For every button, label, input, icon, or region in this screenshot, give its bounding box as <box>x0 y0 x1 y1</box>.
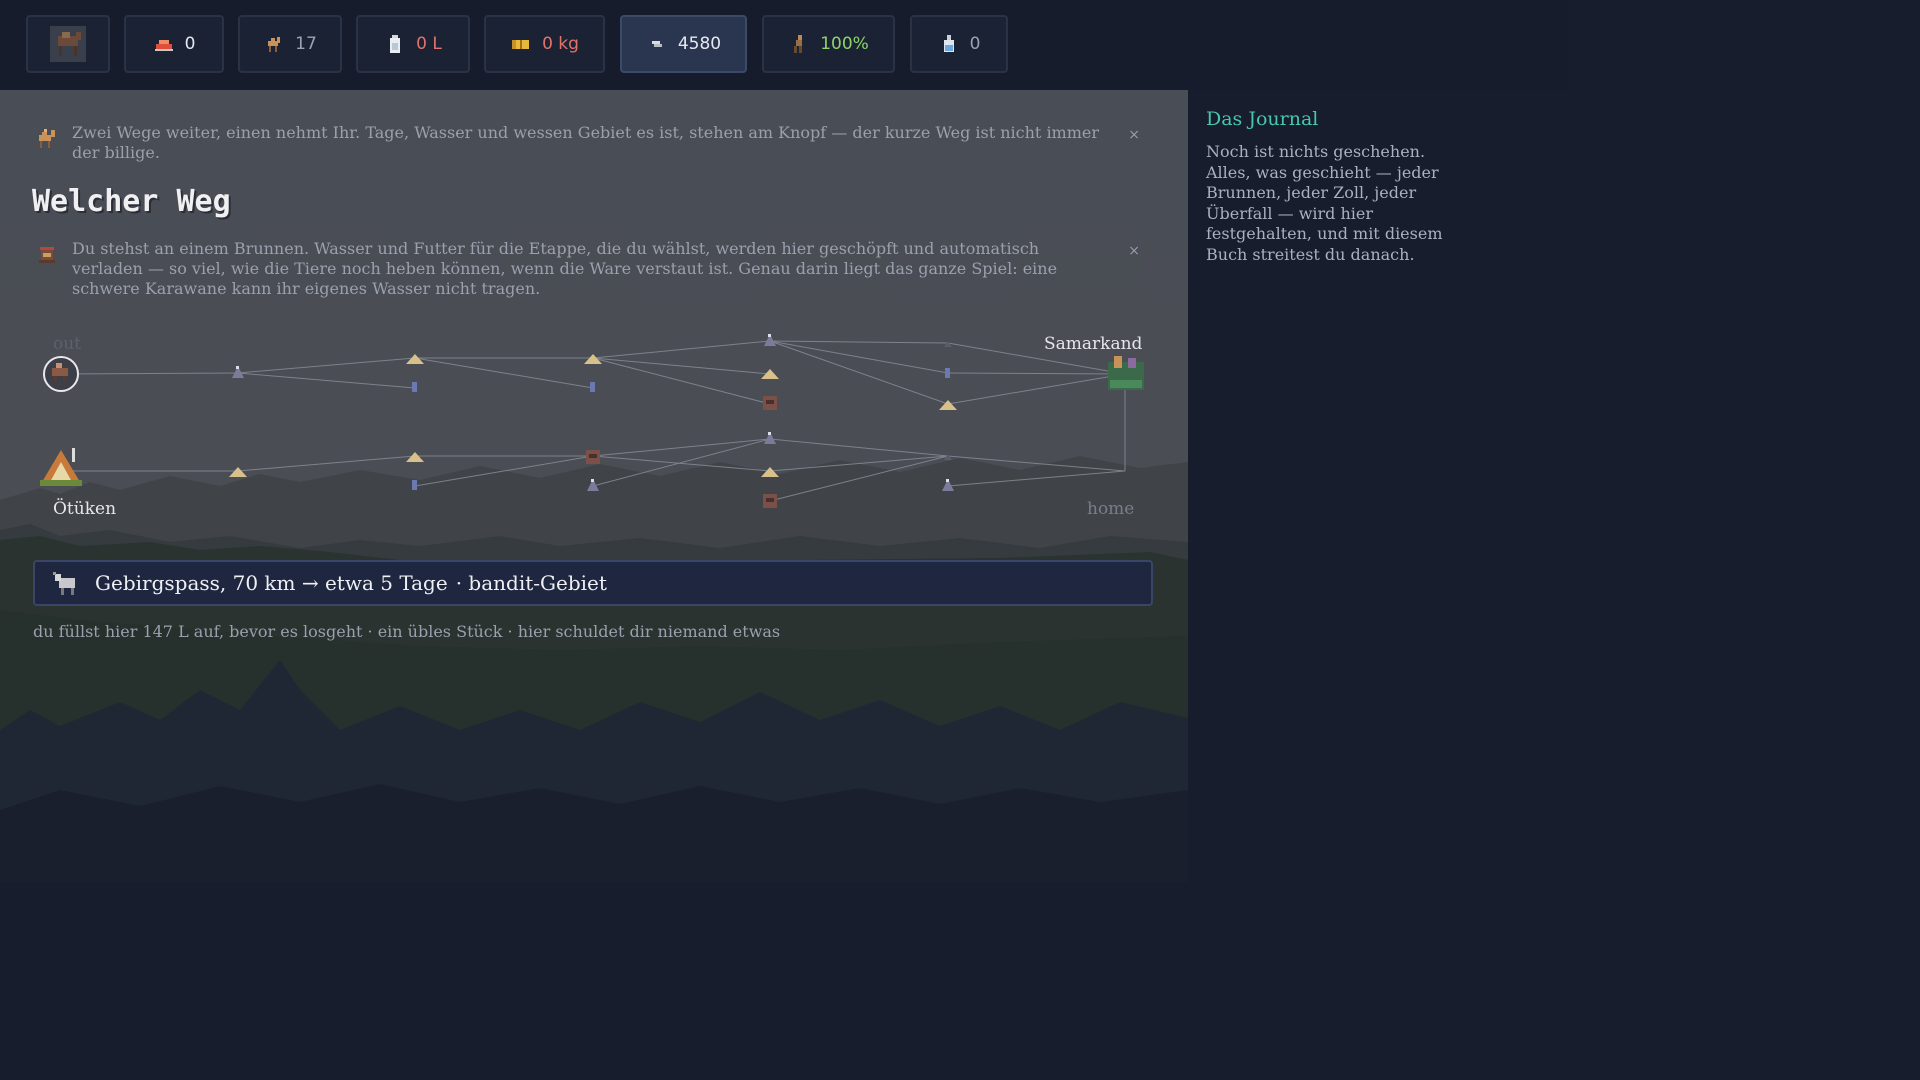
well-icon <box>39 247 55 263</box>
map-node-mountain[interactable] <box>764 432 776 444</box>
morale-stat[interactable]: 100% <box>762 15 895 73</box>
map-node-mountain[interactable] <box>944 341 952 347</box>
silver-stat[interactable]: 4580 <box>620 15 747 73</box>
silver-coin-icon <box>651 41 662 47</box>
water-value: 0 L <box>416 34 442 54</box>
otuken-camp-icon[interactable] <box>40 448 82 486</box>
route-note: du füllst hier 147 L auf, bevor es losge… <box>33 622 781 641</box>
potion-flask-icon <box>943 35 954 52</box>
water-jar-icon <box>390 35 401 53</box>
selected-route-bar[interactable]: Gebirgspass, 70 km → etwa 5 Tage · bandi… <box>33 560 1153 606</box>
camel-icon <box>39 129 55 148</box>
map-node-fort[interactable] <box>586 450 600 464</box>
morale-value: 100% <box>820 34 869 54</box>
map-node-mountain[interactable] <box>942 479 954 491</box>
route-selection-scene: Zwei Wege weiter, einen nehmt Ihr. Tage,… <box>0 90 1188 882</box>
camels-stat[interactable]: 17 <box>238 15 342 73</box>
status-bar: 0 17 0 L 0 kg 4580 100% 0 <box>0 0 1568 90</box>
map-node-mountain[interactable] <box>232 366 244 378</box>
hint-text: Du stehst an einem Brunnen. Wasser und F… <box>72 239 1058 298</box>
map-label-origin: Ötüken <box>53 499 117 519</box>
hint-notice-routes: Zwei Wege weiter, einen nehmt Ihr. Tage,… <box>34 123 1154 163</box>
journal-title: Das Journal <box>1206 108 1319 130</box>
map-node-camp[interactable] <box>761 467 779 477</box>
map-node-fort[interactable] <box>763 396 777 410</box>
food-value: 0 <box>184 34 196 54</box>
page-title: Welcher Weg <box>32 184 231 219</box>
map-node-camp[interactable] <box>229 467 247 477</box>
water-stat[interactable]: 0 L <box>356 15 470 73</box>
route-territory: · bandit-Gebiet <box>455 571 607 595</box>
horse-morale-icon <box>794 35 803 53</box>
close-icon[interactable]: × <box>1128 125 1140 145</box>
close-icon[interactable]: × <box>1128 241 1140 261</box>
hint-notice-well: Du stehst an einem Brunnen. Wasser und F… <box>34 239 1154 299</box>
samarkand-city-icon[interactable] <box>1108 356 1144 390</box>
food-bowl-icon <box>154 40 173 51</box>
hint-text: Zwei Wege weiter, einen nehmt Ihr. Tage,… <box>72 123 1100 162</box>
caravan-portrait-button[interactable] <box>26 15 110 73</box>
route-map <box>40 334 1144 508</box>
map-node-mountain[interactable] <box>764 334 776 346</box>
caravan-portrait-icon <box>50 26 86 62</box>
food-stat[interactable]: 0 <box>124 15 224 73</box>
bull-icon <box>53 572 75 595</box>
map-node-camp[interactable] <box>761 369 779 379</box>
map-label-home: home <box>1087 499 1135 519</box>
potion-value: 0 <box>969 34 981 54</box>
cargo-value: 0 kg <box>542 34 579 54</box>
map-node-fort[interactable] <box>763 494 777 508</box>
map-node-well[interactable] <box>945 368 950 378</box>
map-node-well[interactable] <box>412 382 417 392</box>
map-label-out: out <box>53 334 82 354</box>
current-position-marker[interactable] <box>43 356 79 392</box>
journal-text: Noch ist nichts geschehen. Alles, was ge… <box>1206 142 1443 264</box>
camel-icon <box>268 37 281 52</box>
map-node-well[interactable] <box>412 480 417 490</box>
map-node-well[interactable] <box>590 382 595 392</box>
camels-value: 17 <box>295 34 317 54</box>
potion-stat[interactable]: 0 <box>910 15 1008 73</box>
cargo-stat[interactable]: 0 kg <box>484 15 605 73</box>
silver-value: 4580 <box>677 34 722 54</box>
route-description: Gebirgspass, 70 km → etwa 5 Tage <box>95 571 448 595</box>
journal-panel: Das Journal Noch ist nichts geschehen. A… <box>1188 90 1568 882</box>
cargo-bundle-icon <box>512 40 530 49</box>
map-label-destination: Samarkand <box>1044 334 1143 354</box>
